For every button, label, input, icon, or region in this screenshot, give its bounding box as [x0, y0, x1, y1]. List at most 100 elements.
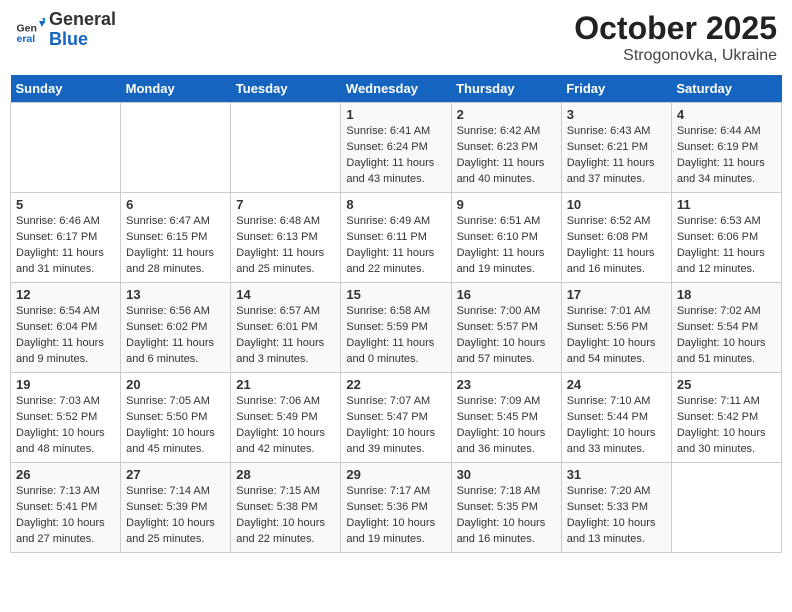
calendar-cell: 16 Sunrise: 7:00 AM Sunset: 5:57 PM Dayli… [451, 283, 561, 373]
day-info: Sunrise: 6:54 AM Sunset: 6:04 PM Dayligh… [16, 304, 115, 368]
day-number: 22 [346, 377, 445, 392]
day-info: Sunrise: 6:52 AM Sunset: 6:08 PM Dayligh… [567, 214, 666, 278]
day-number: 19 [16, 377, 115, 392]
day-info: Sunrise: 6:58 AM Sunset: 5:59 PM Dayligh… [346, 304, 445, 368]
calendar-cell: 15Sunrise: 6:58 AM Sunset: 5:59 PM Dayli… [341, 283, 451, 373]
calendar-cell: 5 Sunrise: 6:46 AM Sunset: 6:17 PM Daylig… [11, 193, 121, 283]
calendar-week-3: 12 Sunrise: 6:54 AM Sunset: 6:04 PM Dayli… [11, 283, 782, 373]
day-info: Sunrise: 6:53 AM Sunset: 6:06 PM Dayligh… [677, 214, 776, 278]
day-number: 12 [16, 287, 115, 302]
calendar-cell: 3 Sunrise: 6:43 AM Sunset: 6:21 PM Daylig… [561, 103, 671, 193]
calendar-cell [121, 103, 231, 193]
svg-text:eral: eral [17, 33, 36, 45]
calendar-cell: 24 Sunrise: 7:10 AM Sunset: 5:44 PM Dayli… [561, 373, 671, 463]
calendar-cell: 21Sunrise: 7:06 AM Sunset: 5:49 PM Dayli… [231, 373, 341, 463]
calendar-cell: 26Sunrise: 7:13 AM Sunset: 5:41 PM Dayli… [11, 463, 121, 553]
logo-general-text: General [49, 10, 116, 30]
calendar-cell: 6Sunrise: 6:47 AM Sunset: 6:15 PM Daylig… [121, 193, 231, 283]
calendar-cell: 2 Sunrise: 6:42 AM Sunset: 6:23 PM Daylig… [451, 103, 561, 193]
day-info: Sunrise: 6:56 AM Sunset: 6:02 PM Dayligh… [126, 304, 225, 368]
day-number: 13 [126, 287, 225, 302]
calendar-cell: 14 Sunrise: 6:57 AM Sunset: 6:01 PM Dayli… [231, 283, 341, 373]
day-number: 27 [126, 467, 225, 482]
day-number: 5 [16, 197, 115, 212]
calendar-cell: 18Sunrise: 7:02 AM Sunset: 5:54 PM Dayli… [671, 283, 781, 373]
day-info: Sunrise: 6:41 AM Sunset: 6:24 PM Dayligh… [346, 124, 445, 188]
day-info: Sunrise: 6:46 AM Sunset: 6:17 PM Dayligh… [16, 214, 115, 278]
calendar-cell: 27 Sunrise: 7:14 AM Sunset: 5:39 PM Dayli… [121, 463, 231, 553]
day-number: 14 [236, 287, 335, 302]
logo: Gen eral General Blue [15, 10, 116, 50]
calendar-week-2: 5 Sunrise: 6:46 AM Sunset: 6:17 PM Daylig… [11, 193, 782, 283]
logo-icon: Gen eral [15, 15, 45, 45]
day-number: 11 [677, 197, 776, 212]
calendar-cell: 30Sunrise: 7:18 AM Sunset: 5:35 PM Dayli… [451, 463, 561, 553]
day-number: 7 [236, 197, 335, 212]
day-info: Sunrise: 7:02 AM Sunset: 5:54 PM Dayligh… [677, 304, 776, 368]
day-info: Sunrise: 6:48 AM Sunset: 6:13 PM Dayligh… [236, 214, 335, 278]
day-info: Sunrise: 7:00 AM Sunset: 5:57 PM Dayligh… [457, 304, 556, 368]
calendar-cell: 17 Sunrise: 7:01 AM Sunset: 5:56 PM Dayli… [561, 283, 671, 373]
day-number: 2 [457, 107, 556, 122]
day-info: Sunrise: 7:03 AM Sunset: 5:52 PM Dayligh… [16, 394, 115, 458]
day-info: Sunrise: 7:01 AM Sunset: 5:56 PM Dayligh… [567, 304, 666, 368]
calendar-cell: 22 Sunrise: 7:07 AM Sunset: 5:47 PM Dayli… [341, 373, 451, 463]
weekday-header-thursday: Thursday [451, 75, 561, 103]
weekday-header-row: SundayMondayTuesdayWednesdayThursdayFrid… [11, 75, 782, 103]
day-info: Sunrise: 7:10 AM Sunset: 5:44 PM Dayligh… [567, 394, 666, 458]
day-number: 24 [567, 377, 666, 392]
logo-blue-text: Blue [49, 30, 116, 50]
day-info: Sunrise: 6:49 AM Sunset: 6:11 PM Dayligh… [346, 214, 445, 278]
day-info: Sunrise: 7:18 AM Sunset: 5:35 PM Dayligh… [457, 484, 556, 548]
day-number: 10 [567, 197, 666, 212]
day-number: 6 [126, 197, 225, 212]
calendar-cell: 19 Sunrise: 7:03 AM Sunset: 5:52 PM Dayli… [11, 373, 121, 463]
day-info: Sunrise: 7:17 AM Sunset: 5:36 PM Dayligh… [346, 484, 445, 548]
calendar-cell: 23 Sunrise: 7:09 AM Sunset: 5:45 PM Dayli… [451, 373, 561, 463]
day-number: 1 [346, 107, 445, 122]
day-number: 16 [457, 287, 556, 302]
location-subtitle: Strogonovka, Ukraine [574, 47, 777, 65]
day-info: Sunrise: 7:09 AM Sunset: 5:45 PM Dayligh… [457, 394, 556, 458]
calendar-cell [671, 463, 781, 553]
calendar-cell: 4Sunrise: 6:44 AM Sunset: 6:19 PM Daylig… [671, 103, 781, 193]
calendar-table: SundayMondayTuesdayWednesdayThursdayFrid… [10, 75, 782, 553]
calendar-cell: 12 Sunrise: 6:54 AM Sunset: 6:04 PM Dayli… [11, 283, 121, 373]
day-info: Sunrise: 6:44 AM Sunset: 6:19 PM Dayligh… [677, 124, 776, 188]
day-number: 20 [126, 377, 225, 392]
day-info: Sunrise: 7:15 AM Sunset: 5:38 PM Dayligh… [236, 484, 335, 548]
calendar-cell: 8 Sunrise: 6:49 AM Sunset: 6:11 PM Daylig… [341, 193, 451, 283]
weekday-header-sunday: Sunday [11, 75, 121, 103]
day-info: Sunrise: 7:20 AM Sunset: 5:33 PM Dayligh… [567, 484, 666, 548]
calendar-cell: 31 Sunrise: 7:20 AM Sunset: 5:33 PM Dayli… [561, 463, 671, 553]
calendar-cell: 1 Sunrise: 6:41 AM Sunset: 6:24 PM Daylig… [341, 103, 451, 193]
weekday-header-monday: Monday [121, 75, 231, 103]
day-info: Sunrise: 7:07 AM Sunset: 5:47 PM Dayligh… [346, 394, 445, 458]
calendar-body: 1 Sunrise: 6:41 AM Sunset: 6:24 PM Daylig… [11, 103, 782, 553]
day-info: Sunrise: 7:14 AM Sunset: 5:39 PM Dayligh… [126, 484, 225, 548]
weekday-header-wednesday: Wednesday [341, 75, 451, 103]
day-number: 31 [567, 467, 666, 482]
weekday-header-tuesday: Tuesday [231, 75, 341, 103]
calendar-week-5: 26Sunrise: 7:13 AM Sunset: 5:41 PM Dayli… [11, 463, 782, 553]
calendar-week-4: 19 Sunrise: 7:03 AM Sunset: 5:52 PM Dayli… [11, 373, 782, 463]
calendar-cell: 7 Sunrise: 6:48 AM Sunset: 6:13 PM Daylig… [231, 193, 341, 283]
day-number: 25 [677, 377, 776, 392]
day-number: 28 [236, 467, 335, 482]
calendar-cell [11, 103, 121, 193]
day-info: Sunrise: 6:43 AM Sunset: 6:21 PM Dayligh… [567, 124, 666, 188]
day-number: 17 [567, 287, 666, 302]
calendar-cell: 10 Sunrise: 6:52 AM Sunset: 6:08 PM Dayli… [561, 193, 671, 283]
day-number: 23 [457, 377, 556, 392]
calendar-cell: 29Sunrise: 7:17 AM Sunset: 5:36 PM Dayli… [341, 463, 451, 553]
weekday-header-saturday: Saturday [671, 75, 781, 103]
day-number: 26 [16, 467, 115, 482]
day-info: Sunrise: 7:11 AM Sunset: 5:42 PM Dayligh… [677, 394, 776, 458]
day-number: 21 [236, 377, 335, 392]
calendar-cell: 9Sunrise: 6:51 AM Sunset: 6:10 PM Daylig… [451, 193, 561, 283]
day-number: 8 [346, 197, 445, 212]
day-number: 3 [567, 107, 666, 122]
day-info: Sunrise: 6:42 AM Sunset: 6:23 PM Dayligh… [457, 124, 556, 188]
day-info: Sunrise: 6:57 AM Sunset: 6:01 PM Dayligh… [236, 304, 335, 368]
weekday-header-friday: Friday [561, 75, 671, 103]
